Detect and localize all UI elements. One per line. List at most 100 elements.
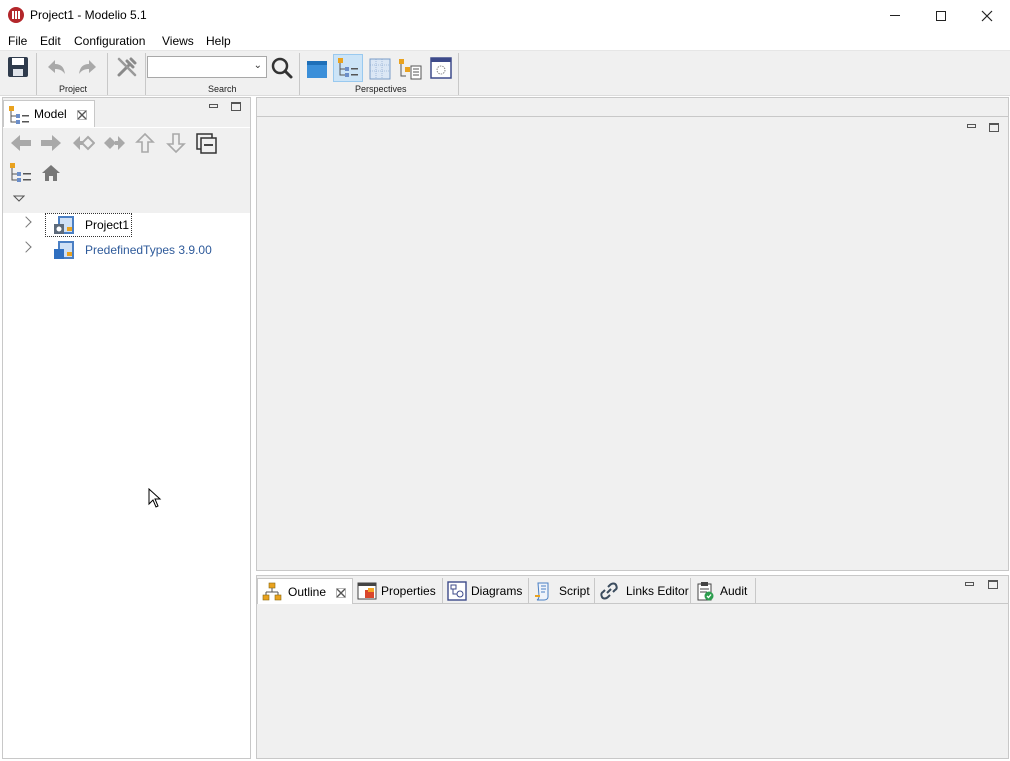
undo-icon[interactable] <box>44 55 68 79</box>
tab-label: Diagrams <box>471 584 523 598</box>
menu-help[interactable]: Help <box>206 34 231 48</box>
panel-maximize-button[interactable] <box>231 102 241 111</box>
toolbar-separator <box>145 53 146 95</box>
maximize-icon <box>231 102 241 111</box>
window-title: Project1 - Modelio 5.1 <box>30 8 147 22</box>
close-tab-icon[interactable] <box>77 110 87 120</box>
perspective-diagram-icon[interactable] <box>368 57 392 81</box>
chevron-right-icon[interactable] <box>20 241 32 253</box>
menu-bar: File Edit Configuration Views Help <box>0 31 1010 51</box>
model-nav-toolbar <box>3 128 250 213</box>
close-button[interactable] <box>964 0 1010 31</box>
close-icon <box>981 10 993 21</box>
view-menu-chevron-icon[interactable] <box>13 195 25 203</box>
bottom-tabbar: Outline Properties Diagrams Script Links… <box>257 576 1008 604</box>
toolbar-separator <box>36 53 37 95</box>
maximize-icon <box>988 580 998 589</box>
model-tree-icon[interactable] <box>9 162 33 184</box>
menu-configuration[interactable]: Configuration <box>74 34 145 48</box>
diagrams-icon <box>447 581 467 601</box>
script-icon <box>535 582 549 601</box>
toolbar-separator <box>107 53 108 95</box>
minimize-icon <box>965 582 974 586</box>
tab-diagrams[interactable]: Diagrams <box>443 578 529 604</box>
editor-area <box>256 97 1009 571</box>
menu-file[interactable]: File <box>8 34 27 48</box>
close-tab-icon[interactable] <box>336 588 346 598</box>
modelio-app-icon <box>8 7 24 23</box>
outline-icon <box>262 582 282 601</box>
editor-tabstrip <box>257 98 1008 117</box>
outline-view-body <box>257 604 1008 758</box>
editor-maximize-button[interactable] <box>989 123 999 132</box>
tools-icon[interactable] <box>115 55 139 79</box>
tab-model[interactable]: Model <box>3 100 95 127</box>
tab-outline[interactable]: Outline <box>257 578 353 604</box>
bottom-minimize-button[interactable] <box>965 582 974 586</box>
model-tree: Project1 PredefinedTypes 3.9.00 <box>3 213 250 753</box>
minimize-button[interactable] <box>872 0 918 31</box>
tree-node-label: Project1 <box>85 218 130 232</box>
editor-minimize-button[interactable] <box>967 124 976 128</box>
tab-label: Script <box>559 584 590 598</box>
model-tree-icon <box>9 106 29 124</box>
tree-node-predefined-types[interactable]: PredefinedTypes 3.9.00 <box>3 238 250 262</box>
model-explorer-panel: Model Project1 PredefinedTypes 3.9.00 <box>2 97 251 759</box>
chevron-right-icon[interactable] <box>20 216 32 228</box>
tab-script[interactable]: Script <box>529 578 595 604</box>
perspective-modeling-icon[interactable] <box>336 56 360 80</box>
panel-minimize-button[interactable] <box>209 104 218 108</box>
back-arrow-icon[interactable] <box>9 132 33 154</box>
tab-label: Links Editor <box>626 584 689 598</box>
mouse-cursor-icon <box>148 488 162 508</box>
tab-audit[interactable]: Audit <box>691 578 756 604</box>
search-icon[interactable] <box>270 56 294 80</box>
project-icon <box>54 216 74 234</box>
tab-links-editor[interactable]: Links Editor <box>595 578 691 604</box>
forward-arrow-icon[interactable] <box>39 132 63 154</box>
save-icon[interactable] <box>6 55 30 79</box>
collapse-all-icon[interactable] <box>195 132 219 154</box>
tree-node-label: PredefinedTypes 3.9.00 <box>85 243 212 257</box>
maximize-icon <box>989 123 999 132</box>
chevron-down-icon[interactable]: ⌄ <box>254 60 262 71</box>
link-icon <box>600 582 618 600</box>
properties-icon <box>357 582 377 600</box>
maximize-icon <box>936 10 946 21</box>
model-panel-tabbar: Model <box>3 98 250 127</box>
minimize-icon <box>890 15 900 16</box>
perspective-matrix-icon[interactable] <box>429 56 453 80</box>
tab-model-label: Model <box>34 107 67 121</box>
toolbar-separator <box>299 53 300 95</box>
move-up-icon[interactable] <box>133 132 157 154</box>
go-up-level-icon[interactable] <box>71 132 95 154</box>
search-combo[interactable]: ⌄ <box>147 56 267 78</box>
tree-node-project1[interactable]: Project1 <box>3 213 250 237</box>
tab-label: Audit <box>720 584 748 598</box>
audit-clipboard-icon <box>697 582 714 601</box>
move-down-icon[interactable] <box>164 132 188 154</box>
minimize-icon <box>209 104 218 108</box>
maximize-button[interactable] <box>918 0 964 31</box>
bottom-maximize-button[interactable] <box>988 580 998 589</box>
search-input[interactable] <box>151 58 251 76</box>
tab-label: Outline <box>288 585 327 599</box>
toolbar-separator <box>458 53 459 95</box>
minimize-icon <box>967 124 976 128</box>
home-icon[interactable] <box>39 162 63 184</box>
go-down-level-icon[interactable] <box>103 132 127 154</box>
toolbar-group-perspectives: Perspectives <box>355 84 407 94</box>
menu-edit[interactable]: Edit <box>40 34 61 48</box>
title-bar: Project1 - Modelio 5.1 <box>0 0 1010 31</box>
bottom-views-panel: Outline Properties Diagrams Script Links… <box>256 575 1009 759</box>
library-icon <box>54 241 74 259</box>
menu-views[interactable]: Views <box>162 34 194 48</box>
toolbar-group-project: Project <box>59 84 88 94</box>
tab-properties[interactable]: Properties <box>353 578 443 604</box>
tab-label: Properties <box>381 584 436 598</box>
perspective-properties-icon[interactable] <box>398 57 422 81</box>
main-toolbar: Project ⌄ Search Perspectives <box>0 51 1010 96</box>
redo-icon[interactable] <box>76 55 100 79</box>
toolbar-group-search: Search <box>208 84 237 94</box>
perspective-project-icon[interactable] <box>305 57 329 81</box>
